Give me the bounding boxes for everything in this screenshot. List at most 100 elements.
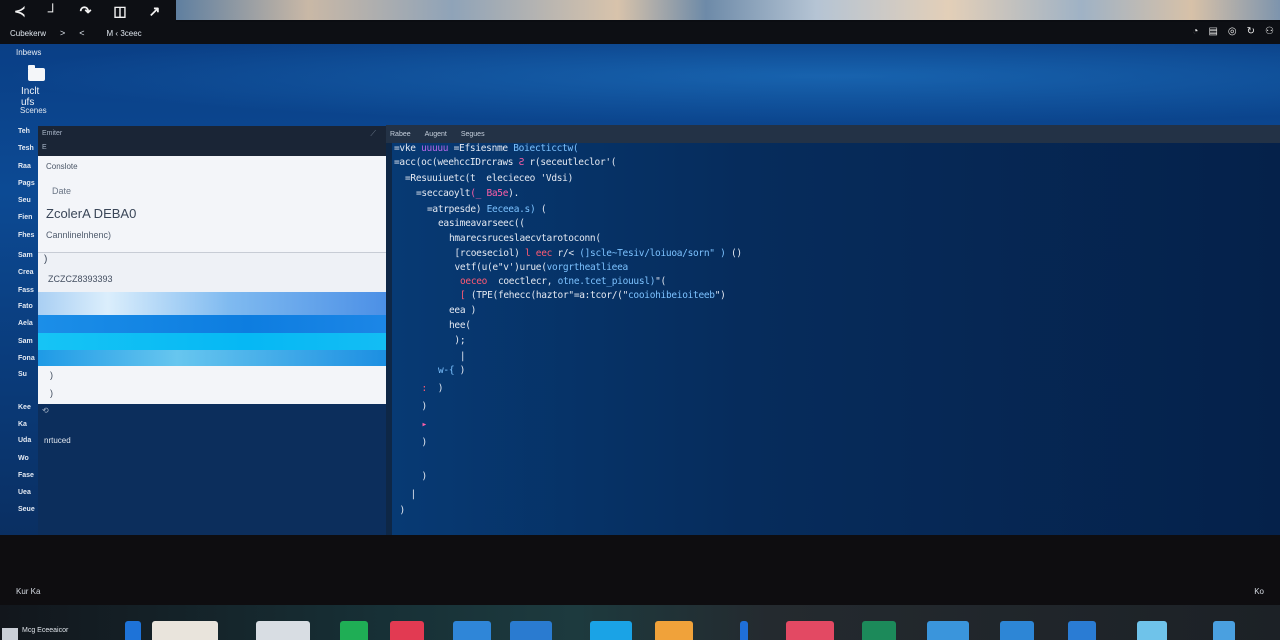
sidebar-item[interactable]: Fato — [18, 303, 33, 310]
panel-title: ZcolerA DEBA0 — [46, 206, 137, 221]
sidebar-item[interactable]: Su — [18, 371, 27, 378]
code-editor[interactable]: Rabee Augent Segues =vke uuuuu =Efsiesnm… — [386, 125, 1280, 535]
sidebar-title: Inbews — [16, 48, 42, 57]
app-blue-figure-icon[interactable] — [125, 621, 141, 640]
sidebar-subtitle: Scenes — [20, 106, 47, 115]
sidebar-item[interactable]: Seu — [18, 197, 31, 204]
code-token: =Resuuiuetc(t — [405, 173, 481, 184]
taskbar: Mcg Eceeaicor — [0, 605, 1280, 640]
refresh-icon[interactable]: ⟲ — [42, 406, 49, 415]
app-orange-icon[interactable] — [655, 621, 693, 640]
user-icon[interactable]: ⚇ — [1265, 27, 1274, 37]
code-token: Boiecticctw( — [513, 143, 579, 154]
row-text: ) — [44, 254, 48, 265]
code-line: hmarecsruceslaecvtarotoconn( — [449, 233, 601, 244]
sidebar-item[interactable]: Pags — [18, 180, 35, 187]
sidebar-item[interactable]: Fase — [18, 472, 34, 479]
sidebar-item[interactable]: Teh — [18, 128, 30, 135]
app-pink-text-icon[interactable] — [786, 621, 834, 640]
code-line: =Resuuiuetc(t elecieceo 'Vdsi) — [405, 173, 573, 184]
sidebar-item[interactable]: Tesh — [18, 145, 34, 152]
highlight-bar[interactable] — [38, 292, 386, 315]
redo-icon[interactable]: ↷ — [80, 4, 92, 18]
app-grid-icon[interactable] — [1137, 621, 1167, 640]
expand-icon[interactable]: ↗ — [149, 4, 161, 18]
panel-header: Conslote — [46, 162, 78, 171]
sidebar-item[interactable]: Fona — [18, 355, 35, 362]
sidebar-item[interactable]: Seue — [18, 506, 35, 513]
tab-rabee[interactable]: Rabee — [390, 131, 411, 138]
sidebar-item[interactable]: Fien — [18, 214, 32, 221]
code-token: : — [421, 383, 433, 394]
location-label[interactable]: Cubekerw — [10, 29, 46, 38]
app-outline-shapes-icon[interactable] — [256, 621, 310, 640]
resize-icon[interactable]: ⟋ — [370, 129, 376, 139]
code-token: [rcoeseciol) — [454, 248, 525, 259]
app-blue-doc-icon[interactable] — [1068, 621, 1096, 640]
code-token: vetf(u(e"v')urue( — [454, 262, 547, 273]
window-icon[interactable]: ◫ — [113, 4, 126, 18]
start-button[interactable]: Mcg Eceeaicor — [0, 627, 80, 640]
date-label: Date — [52, 186, 72, 196]
folder-label[interactable]: Inclt ufs — [21, 86, 40, 108]
sidebar-item[interactable]: Wo — [18, 455, 29, 462]
app-white-window-icon[interactable] — [152, 621, 218, 640]
share-icon[interactable]: ≺ — [14, 4, 26, 18]
forward-button[interactable]: > — [60, 28, 65, 38]
tab-augent[interactable]: Augent — [425, 131, 447, 138]
code-line: | — [410, 489, 417, 500]
highlight-bar[interactable] — [38, 333, 386, 350]
code-token: "( — [655, 276, 666, 287]
folder-icon[interactable] — [28, 65, 45, 81]
sidebar-item[interactable]: Fass — [18, 287, 34, 294]
highlight-bar[interactable] — [38, 350, 386, 366]
sidebar-item[interactable]: Raa — [18, 163, 31, 170]
code-token: =Efsiesnme — [453, 143, 514, 154]
sidebar-item[interactable]: Crea — [18, 269, 34, 276]
sidebar-item[interactable]: Ka — [18, 421, 27, 428]
corner-icon[interactable]: ┘ — [48, 4, 58, 18]
tab-segues[interactable]: Segues — [461, 131, 485, 138]
code-token: | — [410, 489, 417, 500]
app-arrow-tile-icon[interactable] — [1213, 621, 1235, 640]
code-line: ) — [422, 401, 428, 412]
code-line: =vke uuuuu =Efsiesnme Boiecticctw( — [394, 143, 579, 154]
highlight-bar[interactable] — [38, 315, 386, 333]
app-blue-folder-icon[interactable] — [453, 621, 491, 640]
code-line: vetf(u(e"v')urue(vorgrtheatlieea — [454, 262, 629, 273]
list-row[interactable] — [38, 253, 386, 293]
sidebar-item[interactable]: Kee — [18, 404, 31, 411]
stack-icon[interactable]: ▤ — [1208, 27, 1217, 37]
app-green-arrow-icon[interactable] — [862, 621, 896, 640]
code-line: ); — [449, 335, 465, 346]
breadcrumb[interactable]: M ‹ 3ceec — [107, 29, 142, 38]
clock-icon[interactable]: ◔ — [1192, 27, 1198, 37]
app-pen-icon[interactable] — [740, 621, 748, 640]
status-left: Kur Ka — [16, 587, 41, 596]
sidebar-item[interactable]: Sam — [18, 338, 33, 345]
code-line: =acc(oc(weehccIDrcraws Ƨ r(seceutleclor'… — [394, 157, 617, 168]
code-token: hee( — [449, 320, 471, 331]
code-line: ) — [400, 505, 406, 516]
code-token: elecieceo 'Vdsi) — [480, 173, 574, 184]
app-blue-window-icon[interactable] — [510, 621, 552, 640]
sync-icon[interactable]: ◎ — [1228, 27, 1237, 37]
app-blue-box-icon[interactable] — [927, 621, 969, 640]
sidebar-item[interactable]: Uda — [18, 437, 31, 444]
code-line: ) — [422, 471, 428, 482]
back-button[interactable]: < — [79, 28, 84, 38]
sidebar-item[interactable]: Uea — [18, 489, 31, 496]
code-token: uuuuu — [421, 143, 454, 154]
sidebar-item[interactable]: Sam — [18, 252, 33, 259]
app-red-icon[interactable] — [390, 621, 424, 640]
code-token: =vke — [394, 143, 422, 154]
sidebar-item[interactable]: Aela — [18, 320, 33, 327]
sidebar: Inbews Inclt ufs Scenes Teh Tesh Raa Pags Se… — [0, 44, 47, 535]
refresh-icon[interactable]: ↻ — [1247, 27, 1255, 37]
code-line: ▸ — [422, 419, 428, 430]
app-blue-square-icon[interactable] — [1000, 621, 1034, 640]
bottom-bar: Kur Ka Ko — [0, 535, 1280, 605]
app-light-blue-icon[interactable] — [590, 621, 632, 640]
app-green-icon[interactable] — [340, 621, 368, 640]
sidebar-item[interactable]: Fhes — [18, 232, 34, 239]
